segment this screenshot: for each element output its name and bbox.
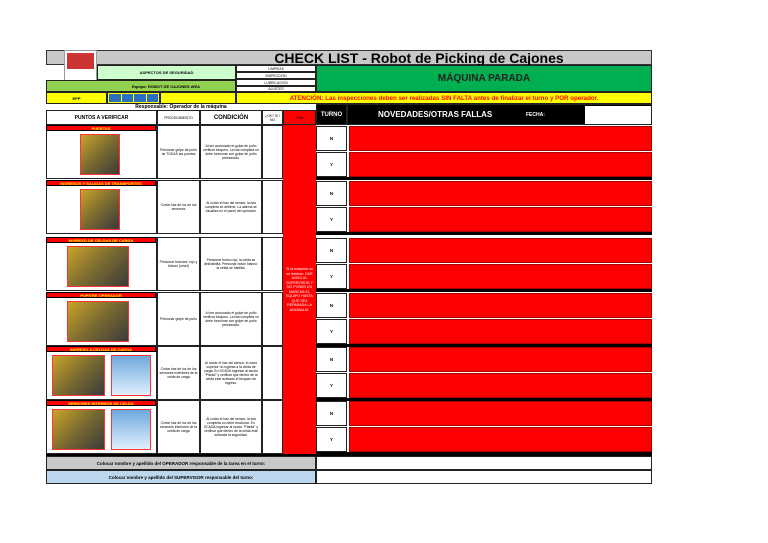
- condicion-cell: Al ser accionado el golpe de puño verifi…: [200, 292, 262, 346]
- type-lubricacion: LUBRICACION: [236, 79, 316, 86]
- turno-y: Y: [316, 207, 347, 232]
- novedades-input-y[interactable]: [349, 373, 652, 398]
- turno-n: N: [316, 181, 347, 206]
- turno-n: N: [316, 238, 347, 263]
- ok-input[interactable]: [262, 125, 283, 179]
- novedades-input-n[interactable]: [349, 181, 652, 206]
- row-divider: [316, 289, 652, 292]
- condicion-cell: Presionar botón rojo: la celda se deshab…: [200, 237, 262, 291]
- section-photo: [67, 246, 129, 287]
- aspectos-label: ASPECTOS DE SEGURIDAD: [97, 65, 236, 80]
- novedades-input-n[interactable]: [349, 293, 652, 318]
- fecha-label: FECHA:: [526, 112, 545, 118]
- section-photo: [80, 189, 120, 230]
- novedades-header: NOVEDADES/OTRAS FALLAS FECHA:: [347, 104, 652, 125]
- equipo-label: Equipo: ROBOT DE CAJONES WEA: [46, 80, 236, 92]
- col-ok: ¿OK? SI / NO: [262, 110, 283, 125]
- falla-note: Si la máquina no se detiene: DAR AVISO A…: [283, 125, 316, 454]
- col-falla: Falla: [283, 110, 316, 125]
- ok-input[interactable]: [262, 180, 283, 234]
- goggles-icon: [121, 94, 133, 102]
- boots-icon: [146, 94, 158, 102]
- type-limpieza: LIMPIEZA: [236, 65, 316, 72]
- ok-input[interactable]: [262, 400, 283, 454]
- col-novedades: NOVEDADES/OTRAS FALLAS: [378, 110, 493, 119]
- supervisor-label: Colocar nombre y apellido del SUPERVISOR…: [46, 470, 316, 484]
- novedades-input-y[interactable]: [349, 207, 652, 232]
- ok-input[interactable]: [262, 292, 283, 346]
- condicion-cell: Al cortar el haz del sensor, la isla com…: [200, 400, 262, 454]
- col-turno: TURNO: [316, 104, 347, 125]
- turno-n: N: [316, 293, 347, 318]
- ok-input[interactable]: [262, 237, 283, 291]
- procedimiento-cell: Cortar haz de luz de los sensores interi…: [157, 400, 200, 454]
- procedimiento-cell: Presionar golpe de puño de TODAS las pue…: [157, 125, 200, 179]
- novedades-input-y[interactable]: [349, 152, 652, 177]
- operador-label: Colocar nombre y apellido del OPERADOR r…: [46, 456, 316, 470]
- section-title: INGRESOS Y SALIDAS DE TRANSPORTES: [46, 180, 156, 186]
- novedades-input-y[interactable]: [349, 319, 652, 344]
- type-inspeccion: INSPECCION: [236, 72, 316, 79]
- procedimiento-cell: Cortar haz de luz de los sensores exteri…: [157, 346, 200, 400]
- novedades-input-y[interactable]: [349, 264, 652, 289]
- section-title: PUERTAS: [46, 125, 156, 131]
- turno-n: N: [316, 401, 347, 426]
- section-title: INGRESO A CELDAS DE CARGA: [46, 346, 156, 352]
- turno-y: Y: [316, 319, 347, 344]
- procedimiento-cell: Cortar haz de luz de los sensores: [157, 180, 200, 234]
- epp-icons: [107, 92, 160, 104]
- condicion-cell: Al cortar el haz del sensor, la isla com…: [200, 180, 262, 234]
- novedades-input-n[interactable]: [349, 347, 652, 372]
- novedades-input-n[interactable]: [349, 126, 652, 151]
- epp-label: EPP: [46, 92, 107, 104]
- row-divider: [316, 177, 652, 180]
- turno-n: N: [316, 347, 347, 372]
- col-puntos: PUNTOS A VERIFICAR: [46, 110, 157, 125]
- scada-photo: [111, 409, 151, 450]
- helmet-icon: [109, 94, 121, 102]
- section-photo: [52, 409, 105, 450]
- section-photo: [67, 301, 129, 342]
- supervisor-input[interactable]: [316, 470, 652, 484]
- condicion-cell: Al cortar el haz del sensor, el carro su…: [200, 346, 262, 400]
- ok-input[interactable]: [262, 346, 283, 400]
- novedades-input-n[interactable]: [349, 401, 652, 426]
- section-title: SENSORES INTERNOS DE CELDA: [46, 400, 156, 406]
- turno-y: Y: [316, 427, 347, 452]
- section-photo: [80, 134, 120, 175]
- col-procedimiento: PROCEDIMIENTO: [157, 110, 200, 125]
- fecha-input[interactable]: [585, 106, 651, 124]
- procedimiento-cell: Presionar golpe de puño: [157, 292, 200, 346]
- procedimiento-cell: Presionar botones: rojo y blanco (reset): [157, 237, 200, 291]
- novedades-input-n[interactable]: [349, 238, 652, 263]
- status-banner: MÁQUINA PARADA: [316, 65, 652, 92]
- turno-y: Y: [316, 264, 347, 289]
- turno-y: Y: [316, 152, 347, 177]
- novedades-input-y[interactable]: [349, 427, 652, 452]
- page-title: CHECK LIST - Robot de Picking de Cajones: [46, 50, 652, 66]
- section-title: INGRESO DE CELDAS DE CARGA: [46, 237, 156, 243]
- scada-photo: [111, 355, 151, 396]
- condicion-cell: Al ser accionado el golpe de puño verifi…: [200, 125, 262, 179]
- turno-n: N: [316, 126, 347, 151]
- section-title: PUPITRE OPERADOR: [46, 292, 156, 298]
- gloves-icon: [134, 94, 146, 102]
- epp-blank: [160, 92, 236, 104]
- attention-text: ATENCIÓN: Las inspecciones deben ser rea…: [236, 92, 652, 104]
- section-photo: [52, 355, 105, 396]
- operador-input[interactable]: [316, 456, 652, 470]
- col-condicion: CONDICIÓN: [200, 110, 262, 125]
- row-divider: [316, 232, 652, 235]
- turno-y: Y: [316, 373, 347, 398]
